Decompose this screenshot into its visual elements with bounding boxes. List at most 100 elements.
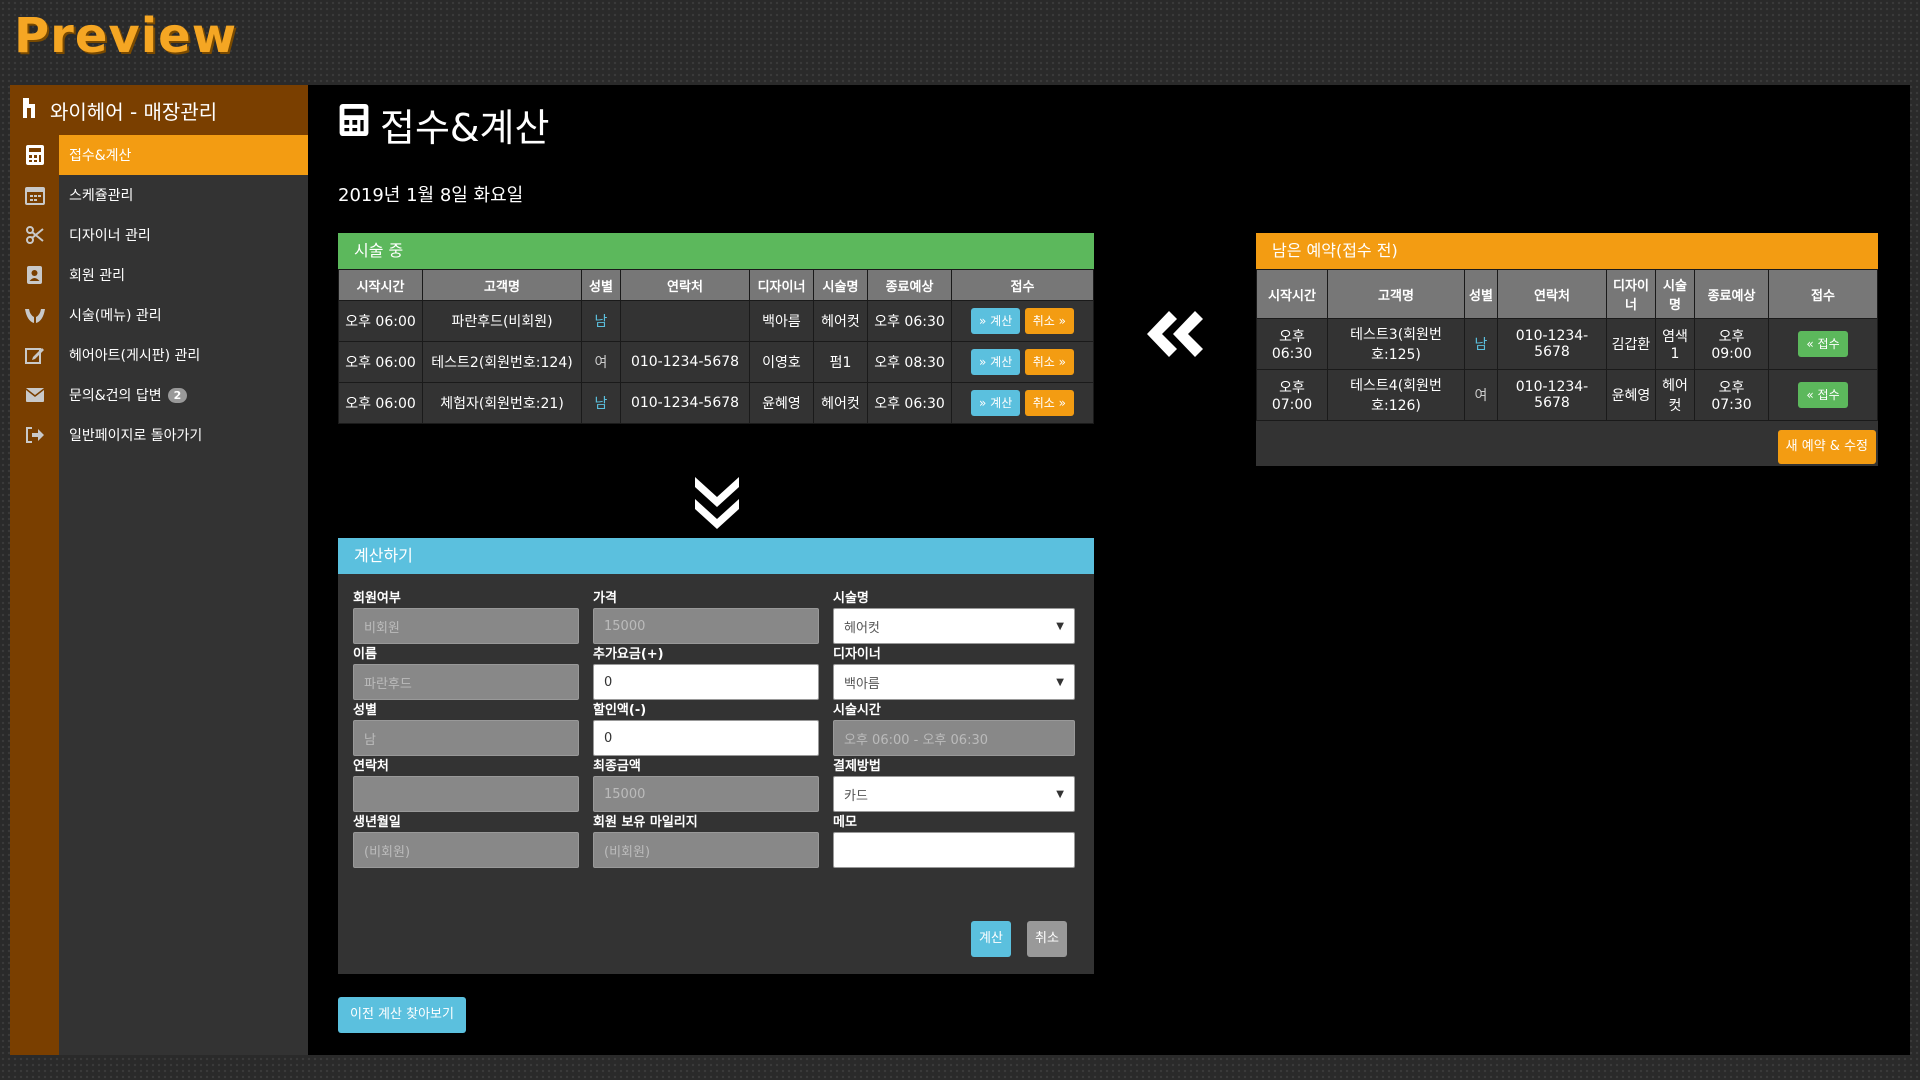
service: 헤어컷	[1655, 369, 1695, 421]
sidebar-brand[interactable]: 와이헤어 - 매장관리	[10, 85, 308, 135]
current-date: 2019년 1월 8일 화요일	[338, 185, 524, 206]
column-header: 연락처	[620, 269, 750, 301]
column-header: 연락처	[1497, 269, 1607, 319]
actions: » 계산 취소 »	[951, 341, 1094, 383]
customer-name: 테스트4(회원번호:126)	[1327, 369, 1465, 421]
end-time: 오후 08:30	[867, 341, 952, 383]
sidebar-item-members[interactable]: 회원 관리	[59, 255, 308, 295]
gender: 여	[1464, 369, 1498, 421]
app-title: 와이헤어 - 매장관리	[50, 99, 218, 124]
sidebar-item-schedule[interactable]: 스케쥴관리	[59, 175, 308, 215]
phone: 010-1234-5678	[1497, 318, 1607, 370]
calendar-icon[interactable]	[10, 175, 59, 215]
sidebar-item-label: 일반페이지로 돌아가기	[69, 428, 203, 444]
envelope-icon[interactable]	[10, 375, 59, 415]
submit-calculation-button[interactable]: 계산	[971, 921, 1011, 957]
birthdate-field: (비회원)	[353, 832, 579, 868]
sidebar-item-label: 시술(메뉴) 관리	[69, 308, 162, 324]
address-book-icon[interactable]	[10, 255, 59, 295]
memo-input[interactable]	[833, 832, 1075, 868]
history-button[interactable]: 이전 계산 찾아보기	[338, 997, 466, 1033]
mileage-field: (비회원)	[593, 832, 819, 868]
column-header: 접수	[951, 269, 1094, 301]
designer-label: 디자이너	[833, 647, 881, 662]
accept-button[interactable]: « 접수	[1798, 382, 1848, 408]
service-select[interactable]: 헤어컷 ▼	[833, 608, 1075, 644]
in-progress-panel: 시술 중 시작시간 고객명 성별 연락처 디자이너 시술명 종료예상 접수 오후…	[338, 233, 1094, 424]
inquiry-count-badge: 2	[167, 387, 188, 403]
member-status-label: 회원여부	[353, 591, 401, 606]
sidebar-item-hairart[interactable]: 헤어아트(게시판) 관리	[59, 335, 308, 375]
customer-name: 체험자(회원번호:21)	[422, 382, 582, 424]
sidebar-item-reception[interactable]: 접수&계산	[59, 135, 308, 175]
name-label: 이름	[353, 647, 377, 662]
accept-button[interactable]: « 접수	[1798, 331, 1848, 357]
birthdate-label: 생년월일	[353, 815, 401, 830]
double-chevron-left-icon	[1143, 307, 1203, 365]
final-amount-field: 15000	[593, 776, 819, 812]
service-time-field: 오후 06:00 - 오후 06:30	[833, 720, 1075, 756]
table-row: 오후 07:00 테스트4(회원번호:126) 여 010-1234-5678 …	[1256, 369, 1878, 421]
new-reservation-button[interactable]: 새 예약 & 수정	[1777, 430, 1876, 464]
start-time: 오후 06:30	[1256, 318, 1328, 370]
sign-out-icon[interactable]	[10, 415, 59, 455]
phone	[620, 300, 750, 342]
cancel-button[interactable]: 취소 »	[1024, 308, 1074, 334]
sidebar-icon-column	[10, 135, 59, 1055]
calculate-button[interactable]: » 계산	[971, 390, 1021, 416]
sidebar-item-label: 스케쥴관리	[69, 188, 134, 204]
designer-select[interactable]: 백아름 ▼	[833, 664, 1075, 700]
start-time: 오후 07:00	[1256, 369, 1328, 421]
service: 펌1	[813, 341, 868, 383]
column-header: 디자이너	[1606, 269, 1656, 319]
calculate-button[interactable]: » 계산	[971, 308, 1021, 334]
column-header: 시술명	[1655, 269, 1695, 319]
pending-reservations-panel: 남은 예약(접수 전) 시작시간 고객명 성별 연락처 디자이너 시술명 종료예…	[1256, 233, 1878, 466]
gender: 여	[581, 341, 621, 383]
gender: 남	[581, 300, 621, 342]
calculator-icon[interactable]	[10, 135, 59, 175]
cancel-calculation-button[interactable]: 취소	[1027, 921, 1067, 957]
scissors-icon[interactable]	[10, 215, 59, 255]
page-title-text: 접수&계산	[380, 106, 550, 150]
select-value: 카드	[844, 788, 868, 804]
actions: » 계산 취소 »	[951, 300, 1094, 342]
cancel-button[interactable]: 취소 »	[1024, 390, 1074, 416]
actions: « 접수	[1768, 318, 1878, 370]
payment-method-select[interactable]: 카드 ▼	[833, 776, 1075, 812]
scissors-logo-icon	[20, 96, 42, 125]
final-amount-label: 최종금액	[593, 759, 641, 774]
button-label: 계산	[990, 396, 1013, 410]
end-time: 오후 06:30	[867, 382, 952, 424]
table-row: 오후 06:00 테스트2(회원번호:124) 여 010-1234-5678 …	[338, 341, 1094, 383]
sidebar-item-label: 회원 관리	[69, 268, 125, 284]
caret-down-icon: ▼	[1056, 620, 1064, 632]
sidebar-menu: 접수&계산 스케쥴관리 디자이너 관리 회원 관리 시술(메뉴) 관리 헤어아트…	[59, 135, 308, 1055]
end-time: 오후 06:30	[867, 300, 952, 342]
cancel-button[interactable]: 취소 »	[1024, 349, 1074, 375]
hands-icon[interactable]	[10, 295, 59, 335]
table-row: 오후 06:00 체험자(회원번호:21) 남 010-1234-5678 윤혜…	[338, 382, 1094, 424]
calculator-icon	[338, 102, 370, 147]
in-progress-table: 시작시간 고객명 성별 연락처 디자이너 시술명 종료예상 접수 오후 06:0…	[338, 269, 1094, 424]
sidebar-item-inquiries[interactable]: 문의&건의 답변 2	[59, 375, 308, 415]
button-label: 취소	[1032, 314, 1055, 328]
column-header: 고객명	[1327, 269, 1465, 319]
panel-header: 남은 예약(접수 전)	[1256, 233, 1878, 269]
customer-name: 테스트2(회원번호:124)	[422, 341, 582, 383]
end-time: 오후 09:00	[1694, 318, 1769, 370]
button-label: 취소	[1032, 396, 1055, 410]
memo-label: 메모	[833, 815, 857, 830]
extra-fee-input[interactable]: 0	[593, 664, 819, 700]
extra-fee-label: 추가요금(+)	[593, 647, 664, 662]
sidebar-item-back-to-site[interactable]: 일반페이지로 돌아가기	[59, 415, 308, 455]
discount-input[interactable]: 0	[593, 720, 819, 756]
column-header: 시술명	[813, 269, 868, 301]
edit-icon[interactable]	[10, 335, 59, 375]
sidebar-item-services[interactable]: 시술(메뉴) 관리	[59, 295, 308, 335]
button-label: 접수	[1817, 337, 1840, 351]
sidebar-item-designers[interactable]: 디자이너 관리	[59, 215, 308, 255]
service-label: 시술명	[833, 591, 869, 606]
calculate-button[interactable]: » 계산	[971, 349, 1021, 375]
phone: 010-1234-5678	[1497, 369, 1607, 421]
